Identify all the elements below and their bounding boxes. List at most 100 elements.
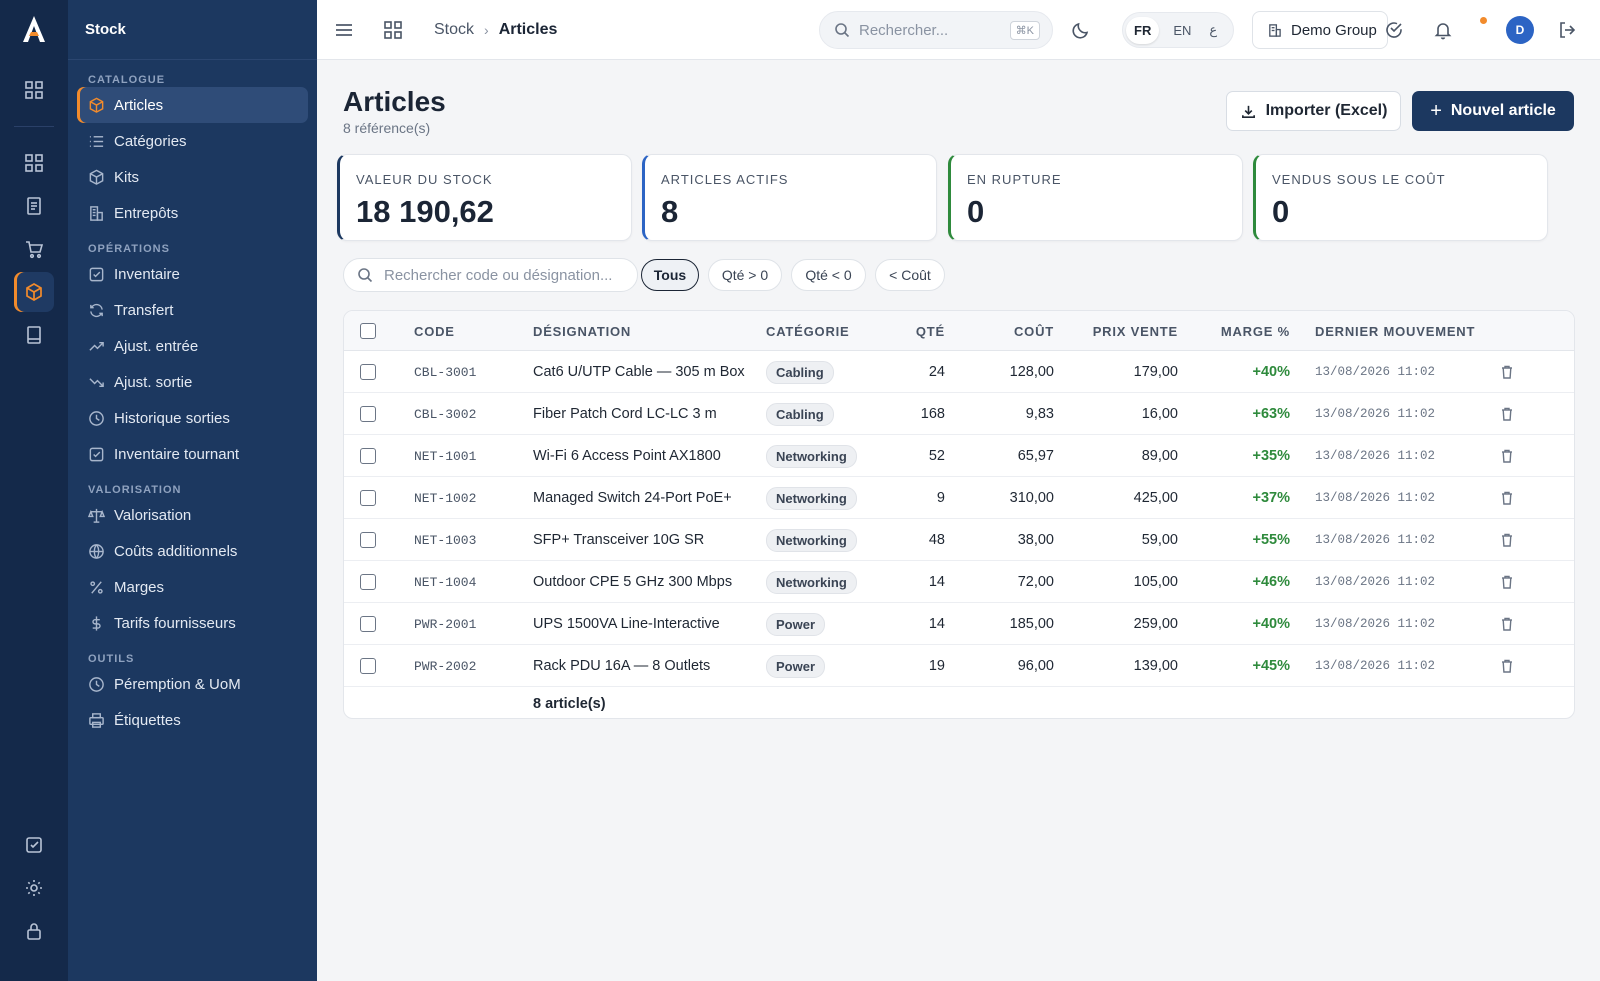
delete-button[interactable] <box>1499 393 1515 435</box>
new-article-button[interactable]: + Nouvel article <box>1412 91 1574 131</box>
sidebar-item-inventaire-tournant[interactable]: Inventaire tournant <box>77 436 308 472</box>
row-checkbox[interactable] <box>360 435 376 477</box>
delete-button[interactable] <box>1499 645 1515 687</box>
filter-chip[interactable]: Tous <box>641 259 699 291</box>
sidebar-item-categories[interactable]: Catégories <box>77 123 308 159</box>
column-header[interactable]: COÛT <box>954 311 1054 351</box>
row-checkbox[interactable] <box>360 351 376 393</box>
article-search-input[interactable]: Rechercher code ou désignation... <box>343 258 638 292</box>
sidebar-item-entrepots[interactable]: Entrepôts <box>77 195 308 231</box>
box-icon[interactable] <box>14 272 54 312</box>
cell-designation: Wi-Fi 6 Access Point AX1800 <box>533 435 753 477</box>
column-header[interactable]: DERNIER MOUVEMENT <box>1315 311 1495 351</box>
row-checkbox[interactable] <box>360 603 376 645</box>
table-row[interactable]: NET-1003 SFP+ Transceiver 10G SR Networkin… <box>344 519 1574 561</box>
filter-chip[interactable]: Qté < 0 <box>791 259 866 291</box>
logout-icon[interactable] <box>1557 0 1577 60</box>
lang-en-button[interactable]: EN <box>1173 23 1191 38</box>
apps-grid-icon[interactable] <box>383 0 403 60</box>
table-row[interactable]: CBL-3002 Fiber Patch Cord LC-LC 3 m Cablin… <box>344 393 1574 435</box>
sidebar-item-tarifs-fournisseurs[interactable]: Tarifs fournisseurs <box>77 605 308 641</box>
gear-icon[interactable] <box>14 868 54 908</box>
cart-icon[interactable] <box>14 229 54 269</box>
sidebar-item-ajust-entree[interactable]: Ajust. entrée <box>77 328 308 364</box>
table-row[interactable]: NET-1002 Managed Switch 24-Port PoE+ Netwo… <box>344 477 1574 519</box>
sidebar-item-ajust-sortie[interactable]: Ajust. sortie <box>77 364 308 400</box>
app-logo-icon[interactable] <box>20 14 48 44</box>
cell-sale-price-text: 425,00 <box>1133 490 1178 506</box>
cell-designation: Outdoor CPE 5 GHz 300 Mbps <box>533 561 753 603</box>
sidebar-item-couts-additionnels[interactable]: Coûts additionnels <box>77 533 308 569</box>
table-row[interactable]: NET-1004 Outdoor CPE 5 GHz 300 Mbps Networ… <box>344 561 1574 603</box>
scale-icon <box>87 506 105 524</box>
cell-designation-text: Fiber Patch Cord LC-LC 3 m <box>533 406 717 422</box>
global-search-input[interactable]: Rechercher... ⌘K <box>819 11 1053 49</box>
checkbox-box <box>360 490 376 506</box>
sidebar-item-transfert[interactable]: Transfert <box>77 292 308 328</box>
grid-icon[interactable] <box>14 143 54 183</box>
select-all-checkbox[interactable] <box>360 311 376 351</box>
row-checkbox[interactable] <box>360 393 376 435</box>
cell-margin: +37% <box>1184 477 1291 519</box>
row-checkbox[interactable] <box>360 477 376 519</box>
row-checkbox[interactable] <box>360 645 376 687</box>
dashboard-icon[interactable] <box>14 70 54 110</box>
delete-button[interactable] <box>1499 561 1515 603</box>
lock-icon[interactable] <box>14 911 54 951</box>
check-circle-icon[interactable] <box>1384 0 1404 60</box>
delete-button[interactable] <box>1499 477 1515 519</box>
sidebar-item-label: Marges <box>114 578 165 596</box>
sidebar: Stock CATALOGUE Articles Catégories Kits Ent… <box>68 0 317 981</box>
document-icon[interactable] <box>14 186 54 226</box>
lang-ar-button[interactable]: ع <box>1209 22 1217 38</box>
task-check-icon[interactable] <box>14 825 54 865</box>
column-header[interactable]: CODE <box>414 311 524 351</box>
moon-icon[interactable] <box>1071 0 1091 60</box>
sidebar-item-marges[interactable]: Marges <box>77 569 308 605</box>
date-text: 13/08/2026 11:02 <box>1315 575 1436 589</box>
table-row[interactable]: CBL-3001 Cat6 U/UTP Cable — 305 m Box Cabl… <box>344 351 1574 393</box>
cell-sale-price: 105,00 <box>1064 561 1178 603</box>
avatar[interactable]: D <box>1506 16 1534 44</box>
cell-sale-price-text: 16,00 <box>1141 406 1178 422</box>
book-icon[interactable] <box>14 315 54 355</box>
list-icon <box>87 132 105 150</box>
column-header[interactable]: DÉSIGNATION <box>533 311 753 351</box>
table-row[interactable]: PWR-2001 UPS 1500VA Line-Interactive Power… <box>344 603 1574 645</box>
code-text: NET-1001 <box>414 448 477 464</box>
delete-button[interactable] <box>1499 603 1515 645</box>
breadcrumb-root[interactable]: Stock <box>434 21 474 39</box>
table-row[interactable]: NET-1001 Wi-Fi 6 Access Point AX1800 Netwo… <box>344 435 1574 477</box>
filter-chip[interactable]: Qté > 0 <box>708 259 782 291</box>
cell-sale-price-text: 179,00 <box>1133 364 1178 380</box>
sidebar-item-kits[interactable]: Kits <box>77 159 308 195</box>
bell-icon[interactable] <box>1433 0 1453 60</box>
column-header[interactable]: MARGE % <box>1184 311 1290 351</box>
cell-cost: 310,00 <box>954 477 1054 519</box>
table-row[interactable]: PWR-2002 Rack PDU 16A — 8 Outlets Power 19 9… <box>344 645 1574 687</box>
page-subtitle: 8 référence(s) <box>343 120 431 136</box>
lang-fr-button[interactable]: FR <box>1126 16 1160 44</box>
sidebar-item-historique-sorties[interactable]: Historique sorties <box>77 400 308 436</box>
sidebar-item-etiquettes[interactable]: Étiquettes <box>77 702 308 738</box>
organization-selector[interactable]: Demo Group <box>1252 11 1388 49</box>
cell-cost: 96,00 <box>954 645 1054 687</box>
sidebar-item-valorisation[interactable]: Valorisation <box>77 497 308 533</box>
filter-chip[interactable]: < Coût <box>875 259 945 291</box>
row-checkbox[interactable] <box>360 519 376 561</box>
column-header[interactable]: PRIX VENTE <box>1064 311 1178 351</box>
row-checkbox[interactable] <box>360 561 376 603</box>
new-article-label: Nouvel article <box>1450 102 1556 119</box>
breadcrumb-current: Articles <box>498 21 558 38</box>
sidebar-item-peremption-uom[interactable]: Péremption & UoM <box>77 666 308 702</box>
menu-icon[interactable] <box>333 0 355 60</box>
rail-divider <box>14 126 54 127</box>
import-excel-button[interactable]: Importer (Excel) <box>1226 91 1401 131</box>
delete-button[interactable] <box>1499 435 1515 477</box>
sidebar-item-label: Tarifs fournisseurs <box>114 614 236 632</box>
delete-button[interactable] <box>1499 351 1515 393</box>
column-header[interactable]: QTÉ <box>844 311 945 351</box>
sidebar-item-articles[interactable]: Articles <box>77 87 308 123</box>
sidebar-item-inventaire[interactable]: Inventaire <box>77 256 308 292</box>
delete-button[interactable] <box>1499 519 1515 561</box>
